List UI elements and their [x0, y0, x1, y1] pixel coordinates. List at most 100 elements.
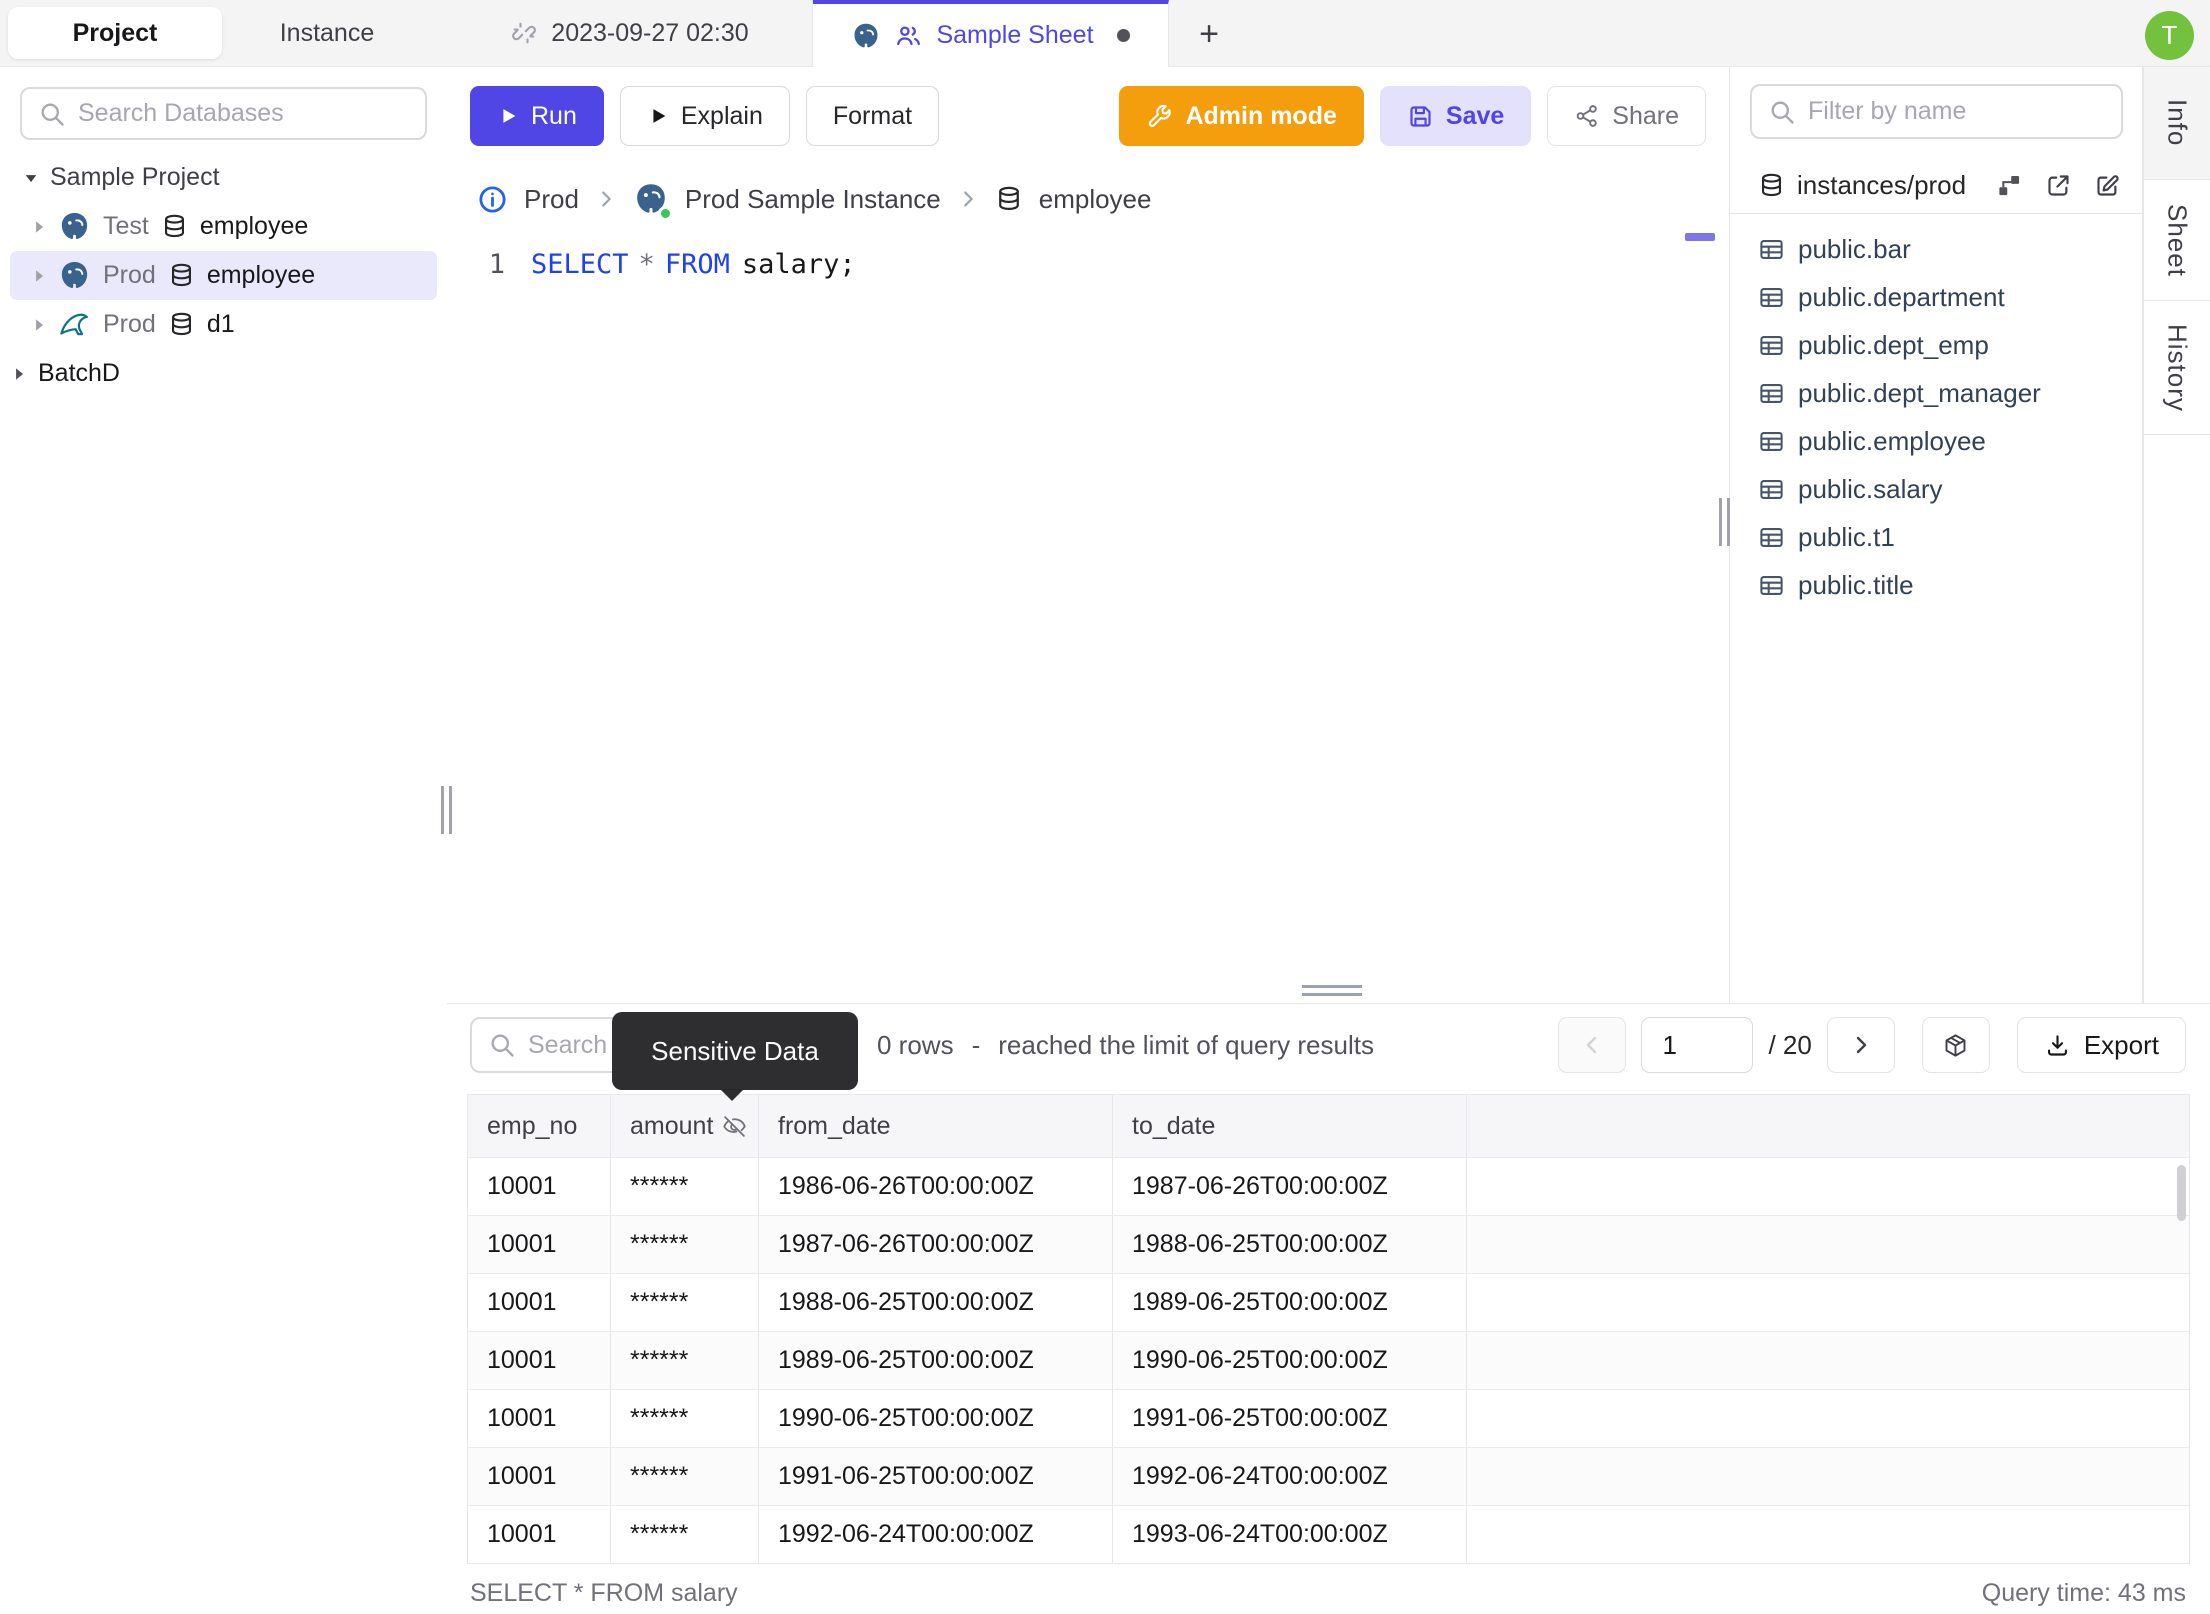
share-button[interactable]: Share: [1547, 86, 1706, 146]
sheet-tab-sample-sheet[interactable]: Sample Sheet: [813, 0, 1169, 67]
cell-amount-masked[interactable]: ******: [611, 1274, 759, 1331]
cell-to-date[interactable]: 1989-06-25T00:00:00Z: [1113, 1274, 1467, 1331]
table-row[interactable]: 10001 ****** 1988-06-25T00:00:00Z 1989-0…: [468, 1273, 2189, 1331]
cell-from-date[interactable]: 1986-06-26T00:00:00Z: [759, 1158, 1113, 1215]
sheet-tab-timestamp[interactable]: 2023-09-27 02:30: [447, 0, 813, 66]
cell-to-date[interactable]: 1988-06-25T00:00:00Z: [1113, 1216, 1467, 1273]
results-grid-header: emp_no amount from_date to_date: [468, 1095, 2189, 1157]
explain-button[interactable]: Explain: [619, 86, 790, 146]
table-row[interactable]: 10001 ****** 1986-06-26T00:00:00Z 1987-0…: [468, 1157, 2189, 1215]
table-row[interactable]: 10001 ****** 1987-06-26T00:00:00Z 1988-0…: [468, 1215, 2189, 1273]
sql-editor-line[interactable]: 1 SELECT * FROM salary;: [447, 241, 856, 287]
database-search-input[interactable]: [78, 99, 409, 128]
export-button[interactable]: Export: [2016, 1017, 2186, 1073]
cell-amount-masked[interactable]: ******: [611, 1390, 759, 1447]
avatar[interactable]: T: [2145, 11, 2194, 60]
tab-instance[interactable]: Instance: [232, 0, 422, 66]
cell-to-date[interactable]: 1992-06-24T00:00:00Z: [1113, 1448, 1467, 1505]
data-masking-button[interactable]: [1921, 1017, 1990, 1073]
column-header-to-date[interactable]: to_date: [1113, 1095, 1467, 1157]
cell-to-date[interactable]: 1993-06-24T00:00:00Z: [1113, 1506, 1467, 1563]
tab-project-label: Project: [72, 18, 158, 47]
table-list-item[interactable]: public.bar: [1730, 225, 2143, 273]
table-name: public.bar: [1798, 233, 1911, 264]
cell-from-date[interactable]: 1989-06-25T00:00:00Z: [759, 1332, 1113, 1389]
caret-right-icon[interactable]: [12, 367, 26, 381]
cell-from-date[interactable]: 1990-06-25T00:00:00Z: [759, 1390, 1113, 1447]
cell-amount-masked[interactable]: ******: [611, 1216, 759, 1273]
new-tab-button[interactable]: +: [1188, 13, 1230, 55]
database-search[interactable]: [20, 87, 427, 140]
caret-right-icon[interactable]: [32, 318, 46, 332]
cell-amount-masked[interactable]: ******: [611, 1158, 759, 1215]
cell-emp-no[interactable]: 10001: [468, 1216, 611, 1273]
cell-amount-masked[interactable]: ******: [611, 1448, 759, 1505]
breadcrumb-instance[interactable]: Prod Sample Instance: [685, 184, 941, 215]
admin-mode-button[interactable]: Admin mode: [1119, 86, 1364, 146]
table-list-item[interactable]: public.title: [1730, 561, 2143, 609]
cell-to-date[interactable]: 1990-06-25T00:00:00Z: [1113, 1332, 1467, 1389]
tree-node-prod-employee[interactable]: Prod employee: [10, 251, 437, 300]
info-icon[interactable]: [477, 184, 508, 215]
table-row[interactable]: 10001 ****** 1990-06-25T00:00:00Z 1991-0…: [468, 1389, 2189, 1447]
table-list-item[interactable]: public.t1: [1730, 513, 2143, 561]
editor-scroll-indicator[interactable]: [1685, 233, 1715, 241]
breadcrumb-database[interactable]: employee: [1039, 184, 1152, 215]
cell-to-date[interactable]: 1987-06-26T00:00:00Z: [1113, 1158, 1467, 1215]
caret-down-icon[interactable]: [24, 171, 38, 185]
format-button[interactable]: Format: [805, 86, 940, 146]
tree-node-project[interactable]: Sample Project: [0, 153, 447, 202]
column-header-amount[interactable]: amount: [611, 1095, 759, 1157]
tab-sheet[interactable]: Sheet: [2144, 180, 2210, 301]
breadcrumb-env[interactable]: Prod: [524, 184, 579, 215]
cell-to-date[interactable]: 1991-06-25T00:00:00Z: [1113, 1390, 1467, 1447]
tree-node-prod-d1[interactable]: Prod d1: [10, 300, 437, 349]
cell-emp-no[interactable]: 10001: [468, 1274, 611, 1331]
run-button[interactable]: Run: [470, 86, 604, 146]
panel-resize-handle[interactable]: [1719, 498, 1730, 546]
table-name: public.department: [1798, 281, 2005, 312]
table-list-item[interactable]: public.employee: [1730, 417, 2143, 465]
filter-input[interactable]: [1808, 97, 2105, 126]
column-header-emp-no[interactable]: emp_no: [468, 1095, 611, 1157]
table-list-item[interactable]: public.department: [1730, 273, 2143, 321]
cell-from-date[interactable]: 1991-06-25T00:00:00Z: [759, 1448, 1113, 1505]
prev-page-button[interactable]: [1558, 1017, 1627, 1073]
cell-emp-no[interactable]: 10001: [468, 1158, 611, 1215]
tab-history[interactable]: History: [2144, 301, 2210, 435]
table-list-item[interactable]: public.dept_manager: [1730, 369, 2143, 417]
cell-emp-no[interactable]: 10001: [468, 1448, 611, 1505]
cell-emp-no[interactable]: 10001: [468, 1506, 611, 1563]
instance-header-actions: [1996, 172, 2121, 199]
caret-right-icon[interactable]: [32, 220, 46, 234]
caret-right-icon[interactable]: [32, 269, 46, 283]
table-row[interactable]: 10001 ****** 1989-06-25T00:00:00Z 1990-0…: [468, 1331, 2189, 1389]
sidebar-resize-handle[interactable]: [441, 786, 452, 834]
results-resize-handle[interactable]: [1302, 985, 1362, 996]
tab-project[interactable]: Project: [8, 7, 222, 59]
tree-node-batchd[interactable]: BatchD: [0, 349, 447, 398]
cell-from-date[interactable]: 1988-06-25T00:00:00Z: [759, 1274, 1113, 1331]
cell-emp-no[interactable]: 10001: [468, 1390, 611, 1447]
cell-amount-masked[interactable]: ******: [611, 1506, 759, 1563]
external-link-icon[interactable]: [2045, 172, 2072, 199]
next-page-button[interactable]: [1826, 1017, 1895, 1073]
edit-icon[interactable]: [2094, 172, 2121, 199]
cell-emp-no[interactable]: 10001: [468, 1332, 611, 1389]
cell-from-date[interactable]: 1992-06-24T00:00:00Z: [759, 1506, 1113, 1563]
table-row[interactable]: 10001 ****** 1991-06-25T00:00:00Z 1992-0…: [468, 1447, 2189, 1505]
table-row[interactable]: 10001 ****** 1992-06-24T00:00:00Z 1993-0…: [468, 1505, 2189, 1563]
page-number-input[interactable]: [1641, 1017, 1754, 1073]
schema-diagram-icon[interactable]: [1996, 172, 2023, 199]
cell-from-date[interactable]: 1987-06-26T00:00:00Z: [759, 1216, 1113, 1273]
eye-off-icon[interactable]: [722, 1114, 747, 1139]
cell-amount-masked[interactable]: ******: [611, 1332, 759, 1389]
table-list-item[interactable]: public.dept_emp: [1730, 321, 2143, 369]
tree-node-test-employee[interactable]: Test employee: [10, 202, 437, 251]
column-header-from-date[interactable]: from_date: [759, 1095, 1113, 1157]
grid-scrollbar[interactable]: [2177, 1165, 2186, 1221]
filter-box[interactable]: [1750, 84, 2123, 139]
table-list-item[interactable]: public.salary: [1730, 465, 2143, 513]
save-button[interactable]: Save: [1379, 86, 1532, 146]
tab-info[interactable]: Info: [2144, 67, 2210, 180]
